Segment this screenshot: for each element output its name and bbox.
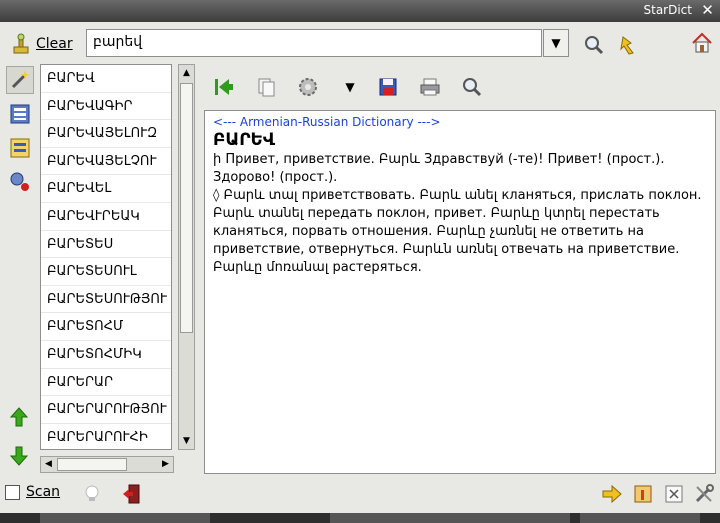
title-bar: StarDict ✕ [0, 0, 720, 22]
word-list-vertical-scrollbar[interactable]: ▲ ▼ [178, 64, 195, 450]
taskbar-segment [40, 513, 210, 523]
query-wordlist-button[interactable] [6, 66, 34, 94]
chevron-down-icon[interactable]: ▼ [338, 75, 362, 99]
list-item[interactable]: ԲԱՐԵՎԱՅԵԼՉՈՒ [41, 148, 171, 176]
article-definition: ի Привет, приветствие. Բարև Здравствуй (… [213, 152, 702, 275]
list-item[interactable]: ԲԱՐԵՏԵՍ [41, 231, 171, 259]
dict-list-icon [7, 104, 33, 131]
list-item[interactable]: ԲԱՐԵՎՒՐԵԱԿ [41, 203, 171, 231]
scroll-up-arrow-icon[interactable]: ▲ [179, 65, 194, 81]
window-title: StarDict [643, 3, 693, 17]
result-list-button[interactable] [6, 100, 34, 128]
list-item[interactable]: ԲԱՐԵՎԱՅԵԼՈՒԶ [41, 120, 171, 148]
scan-toggle[interactable]: Scan [5, 484, 60, 500]
vertical-scroll-thumb[interactable] [180, 83, 193, 333]
forward-icon[interactable] [600, 482, 624, 506]
dictionary-name: <--- Armenian-Russian Dictionary ---> [213, 115, 441, 129]
clear-button-label: Clear [36, 36, 73, 52]
taskbar-segment [330, 513, 570, 523]
article-toolbar: ▼ [204, 66, 716, 108]
copy-icon[interactable] [254, 75, 278, 99]
tree-dict-button[interactable] [6, 134, 34, 162]
article-view[interactable]: <--- Armenian-Russian Dictionary ---> ԲԱ… [204, 110, 716, 474]
list-item[interactable]: ԲԱՐԵՎԵԼ [41, 175, 171, 203]
horizontal-scroll-thumb[interactable] [57, 458, 127, 471]
bulb-icon [80, 482, 104, 506]
arrow-up-icon[interactable] [8, 406, 30, 428]
scan-label: Scan [26, 484, 61, 500]
scroll-left-arrow-icon[interactable]: ◀ [41, 457, 56, 472]
home-icon[interactable] [690, 31, 714, 55]
list-item[interactable]: ԲԱՐԵՎԱԳԻՐ [41, 93, 171, 121]
dict-tree-icon [7, 138, 33, 165]
gear-icon[interactable] [296, 75, 320, 99]
search-toolbar: Clear ▼ [0, 24, 720, 64]
exit-icon[interactable] [120, 482, 144, 506]
network-icon [7, 172, 33, 199]
list-item[interactable]: ԲԱՐԵՐԱՐ [41, 369, 171, 397]
preferences-icon[interactable] [692, 482, 716, 506]
search-field-wrapper [86, 29, 542, 57]
clear-button[interactable]: Clear [10, 29, 73, 59]
print-icon[interactable] [418, 75, 442, 99]
scroll-down-arrow-icon[interactable]: ▼ [179, 433, 194, 449]
list-item[interactable]: ԲԱՐԵՐԱՐՈՒՀԻ [41, 424, 171, 449]
taskbar-strip [0, 513, 720, 523]
arrow-down-icon[interactable] [8, 445, 30, 467]
pane-splitter[interactable] [197, 64, 203, 474]
status-bar: Scan [0, 478, 720, 510]
list-item[interactable]: ԲԱՐԵՏՈՀՄ [41, 313, 171, 341]
taskbar-segment [580, 513, 700, 523]
search-input[interactable] [93, 34, 535, 50]
search-history-dropdown[interactable]: ▼ [543, 29, 569, 57]
go-first-icon[interactable] [212, 75, 236, 99]
network-dict-button[interactable] [6, 168, 34, 196]
word-list-horizontal-scrollbar[interactable]: ◀ ▶ [40, 456, 174, 473]
dict-manage-icon[interactable] [631, 482, 655, 506]
list-item[interactable]: ԲԱՐԵՏԵՍՈՒԼ [41, 258, 171, 286]
word-list[interactable]: ԲԱՐԵՎ ԲԱՐԵՎԱԳԻՐ ԲԱՐԵՎԱՅԵԼՈՒԶ ԲԱՐԵՎԱՅԵԼՉՈ… [40, 64, 172, 450]
fulltext-search-icon[interactable] [617, 33, 641, 57]
save-icon[interactable] [376, 75, 400, 99]
article-headword: ԲԱՐԵՎ [213, 130, 276, 150]
list-item[interactable]: ԲԱՐԵՐԱՐՈՒԹՅՈՒ [41, 396, 171, 424]
list-item[interactable]: ԲԱՐԵՎ [41, 65, 171, 93]
close-icon[interactable]: ✕ [699, 2, 716, 19]
wand-icon [7, 70, 33, 97]
scan-checkbox[interactable] [5, 484, 20, 500]
search-icon[interactable] [582, 33, 606, 57]
list-item[interactable]: ԲԱՐԵՏԵՍՈՒԹՅՈՒ [41, 286, 171, 314]
broom-icon [10, 33, 32, 55]
scroll-right-arrow-icon[interactable]: ▶ [158, 457, 173, 472]
list-item[interactable]: ԲԱՐԵՏՈՀՄԻԿ [41, 341, 171, 369]
info-icon[interactable] [662, 482, 686, 506]
find-icon[interactable] [460, 75, 484, 99]
